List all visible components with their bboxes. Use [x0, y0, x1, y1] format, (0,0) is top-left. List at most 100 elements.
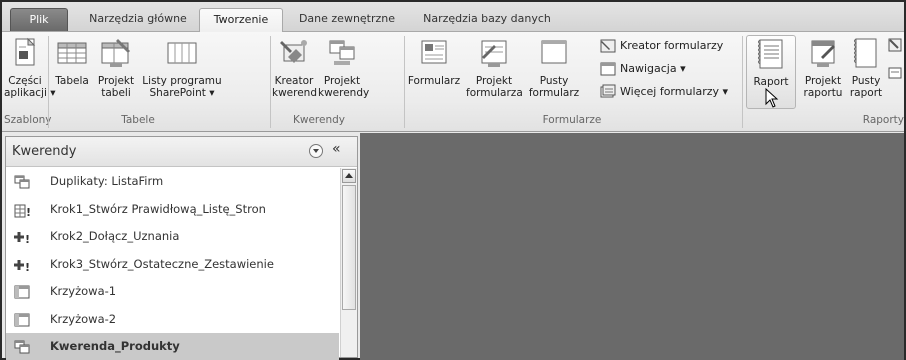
kreator-formularzy-button[interactable]: Kreator formularzy [600, 37, 723, 55]
crosstab-query-icon [14, 285, 30, 299]
pusty-raport-button[interactable]: Pusty raport [848, 35, 884, 99]
pusty-raport-label-1: Pusty [851, 75, 881, 87]
report-icon [758, 39, 783, 69]
nav-collapse-button[interactable]: « [332, 141, 341, 157]
crosstab-query-icon [14, 313, 30, 326]
projekt-raportu-button[interactable]: Projekt raportu [800, 35, 846, 99]
navigation-icon [600, 62, 616, 76]
navigation-pane: Kwerendy « Duplikaty: ListaFirm ! Krok1_… [5, 136, 358, 360]
projekt-tabeli-label-1: Projekt [97, 75, 135, 87]
wiecej-formularzy-button[interactable]: Więcej formularzy ▾ [600, 83, 728, 101]
list-item-label: Krzyżowa-2 [50, 311, 117, 326]
group-label-tabele: Tabele [121, 114, 155, 126]
list-item-label: Krzyżowa-1 [50, 284, 117, 298]
form-design-icon [481, 40, 507, 67]
select-query-icon [14, 340, 30, 354]
report-design-icon [811, 40, 835, 67]
select-query-icon [14, 175, 30, 189]
tab-tworzenie[interactable]: Tworzenie [199, 8, 283, 33]
group-label-szablony: Szablony [4, 114, 52, 126]
sharepoint-list-icon [167, 42, 197, 64]
list-item[interactable]: ! Krok1_Stwórz Prawidłową_Listę_Stron [6, 196, 339, 224]
list-item[interactable]: Kwerenda_Produkty [6, 333, 339, 360]
tab-narzedzia-glowne[interactable]: Narzędzia główne [82, 8, 194, 32]
group-separator [270, 36, 271, 128]
mouse-cursor-icon [765, 88, 779, 108]
tab-dane-zewnetrzne[interactable]: Dane zewnętrzne [292, 8, 402, 32]
svg-text:!: ! [25, 261, 30, 274]
form-wizard-icon [600, 39, 616, 53]
report-wizard-icon[interactable] [888, 38, 902, 54]
list-item-label: Krok1_Stwórz Prawidłową_Listę_Stron [50, 201, 266, 216]
scrollbar-thumb[interactable] [342, 185, 356, 310]
nav-scrollbar[interactable] [340, 168, 357, 357]
kreator-kwerend-label-1: Kreator [274, 75, 314, 87]
pusty-formularz-label-1: Pusty [539, 75, 569, 87]
tabela-label: Tabela [55, 75, 89, 87]
list-item-label: Duplikaty: ListaFirm [50, 174, 164, 188]
list-item-label: Krok3_Stwórz_Ostateczne_Zestawienie [50, 256, 274, 271]
projekt-formularza-label-2: formularza [466, 87, 523, 99]
nav-pane-header[interactable]: Kwerendy « [6, 137, 357, 167]
raport-label: Raport [753, 76, 789, 88]
wiecej-formularzy-label: Więcej formularzy ▾ [620, 85, 729, 98]
group-separator [48, 36, 49, 128]
tab-plik[interactable]: Plik [10, 8, 68, 31]
more-forms-icon [600, 84, 616, 98]
scroll-up-button[interactable] [342, 169, 356, 183]
nav-pane-title: Kwerendy [12, 144, 77, 159]
kreator-kwerend-label-2: kwerend [272, 87, 317, 99]
listy-label-1: Listy programu [142, 75, 222, 87]
append-query-icon: ! [14, 259, 30, 274]
listy-sharepoint-button[interactable]: Listy programu SharePoint ▾ [140, 35, 224, 99]
query-design-icon [329, 40, 355, 65]
ribbon: Części aplikacji ▾ Szablony Tabela Proje… [2, 32, 904, 132]
tabela-button[interactable]: Tabela [52, 35, 92, 87]
group-label-kwerendy: Kwerendy [292, 114, 345, 126]
list-item[interactable]: ! Krok2_Dołącz_Uznania [6, 223, 339, 251]
projekt-kwerendy-label-1: Projekt [323, 75, 361, 87]
projekt-tabeli-button[interactable]: Projekt tabeli [94, 35, 138, 99]
list-item[interactable]: Duplikaty: ListaFirm [6, 168, 339, 196]
projekt-tabeli-label-2: tabeli [101, 87, 131, 99]
tab-narzedzia-bazy-danych[interactable]: Narzędzia bazy danych [412, 8, 562, 32]
projekt-formularza-button[interactable]: Projekt formularza [466, 35, 523, 99]
table-icon [57, 42, 87, 64]
document-work-area [360, 133, 904, 360]
nav-category-dropdown-icon[interactable] [309, 144, 323, 158]
projekt-kwerendy-button[interactable]: Projekt kwerendy [318, 35, 369, 99]
blank-report-icon [854, 38, 877, 68]
projekt-formularza-label-1: Projekt [475, 75, 513, 87]
query-wizard-icon [280, 40, 307, 63]
labels-icon[interactable] [888, 66, 902, 82]
czesci-label-1: Części [8, 75, 42, 87]
raport-button[interactable]: Raport [746, 35, 796, 109]
pusty-formularz-label-2: formularz [528, 87, 580, 99]
svg-text:!: ! [26, 206, 31, 219]
pusty-raport-label-2: raport [849, 87, 883, 99]
make-table-query-icon: ! [14, 204, 31, 219]
kreator-kwerend-button[interactable]: Kreator kwerend [272, 35, 317, 99]
ribbon-tab-row: Plik Narzędzia główne Tworzenie Dane zew… [2, 2, 904, 33]
pusty-formularz-button[interactable]: Pusty formularz [526, 35, 582, 99]
group-separator [742, 36, 743, 128]
list-item[interactable]: ! Krok3_Stwórz_Ostateczne_Zestawienie [6, 251, 339, 279]
arrow-up-icon [345, 173, 353, 178]
group-separator [404, 36, 405, 128]
kreator-formularzy-label: Kreator formularzy [620, 39, 724, 52]
form-icon [421, 40, 447, 64]
nawigacja-button[interactable]: Nawigacja ▾ [600, 60, 686, 78]
append-query-icon: ! [14, 232, 30, 246]
table-design-icon [101, 39, 130, 67]
formularz-button[interactable]: Formularz [406, 35, 462, 87]
nawigacja-label: Nawigacja ▾ [620, 62, 686, 75]
projekt-raportu-label-1: Projekt [804, 75, 842, 87]
access-window: Plik Narzędzia główne Tworzenie Dane zew… [0, 0, 906, 360]
list-item[interactable]: Krzyżowa-2 [6, 306, 339, 334]
listy-label-2: SharePoint ▾ [149, 87, 215, 99]
czesci-aplikacji-button[interactable]: Części aplikacji ▾ [4, 35, 55, 99]
formularz-label: Formularz [407, 75, 461, 87]
svg-text:!: ! [25, 233, 30, 246]
list-item[interactable]: Krzyżowa-1 [6, 278, 339, 306]
list-item-label: Krok2_Dołącz_Uznania [50, 229, 180, 243]
